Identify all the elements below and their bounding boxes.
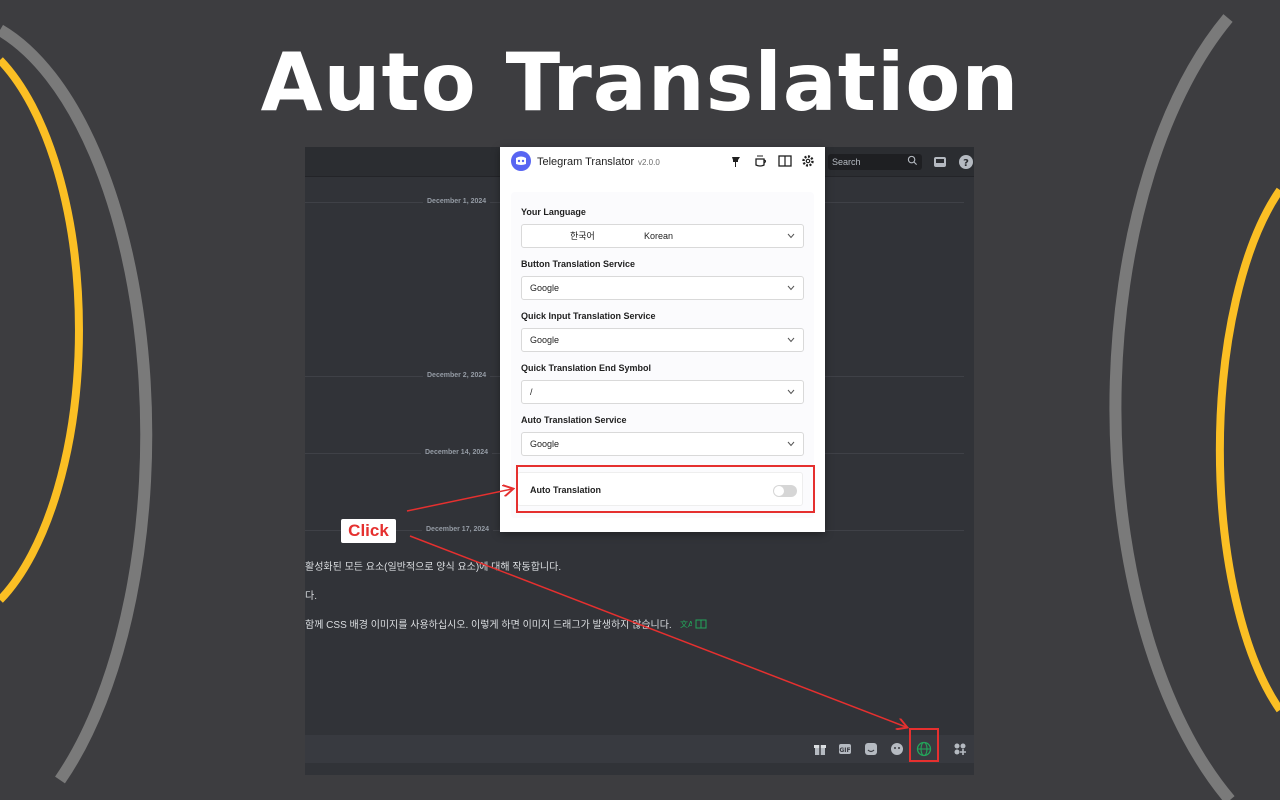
toggle-highlight-frame bbox=[516, 465, 815, 513]
left-yellow-arc bbox=[0, 57, 83, 603]
apps-icon[interactable] bbox=[953, 742, 967, 756]
emoji-icon[interactable] bbox=[890, 742, 904, 756]
click-annotation-label: Click bbox=[341, 519, 396, 543]
language-native-name: 한국어 bbox=[570, 231, 595, 241]
date-label: December 2, 2024 bbox=[423, 372, 491, 379]
pin-icon[interactable] bbox=[728, 153, 744, 169]
quick-translation-end-symbol-select[interactable]: / bbox=[521, 380, 804, 404]
date-label: December 14, 2024 bbox=[421, 449, 493, 456]
message-text: 활성화된 모든 요소(일반적으로 양식 요소)에 대해 작동합니다. bbox=[305, 562, 562, 573]
right-gray-arc bbox=[1109, 14, 1235, 800]
svg-text:GIF: GIF bbox=[839, 747, 850, 754]
gear-icon[interactable] bbox=[800, 153, 816, 169]
button-translation-service-select[interactable]: Google bbox=[521, 276, 804, 300]
globe-highlight-frame bbox=[909, 728, 939, 762]
quick-input-translation-service-label: Quick Input Translation Service bbox=[521, 311, 656, 321]
select-value: Google bbox=[530, 283, 560, 293]
left-gray-arc bbox=[0, 24, 153, 784]
quick-input-translation-service-select[interactable]: Google bbox=[521, 328, 804, 352]
your-language-label: Your Language bbox=[521, 207, 586, 217]
chevron-down-icon bbox=[787, 337, 795, 343]
book-icon[interactable] bbox=[777, 153, 793, 169]
message-row: 함께 CSS 배경 이미지를 사용하십시오. 이렇게 하면 이미지 드래그가 발… bbox=[305, 616, 707, 633]
chevron-down-icon bbox=[787, 233, 795, 239]
sticker-icon[interactable] bbox=[864, 742, 878, 756]
select-value: / bbox=[530, 387, 533, 397]
gift-icon[interactable] bbox=[813, 742, 827, 756]
inbox-icon[interactable] bbox=[932, 154, 948, 170]
search-placeholder: Search bbox=[832, 157, 861, 167]
hero-title: Auto Translation bbox=[260, 36, 1020, 129]
chevron-down-icon bbox=[787, 441, 795, 447]
search-input[interactable]: Search bbox=[828, 154, 922, 170]
message-composer[interactable]: GIF bbox=[305, 735, 974, 763]
language-english-name: Korean bbox=[644, 231, 674, 241]
button-translation-service-label: Button Translation Service bbox=[521, 259, 636, 269]
gif-icon[interactable]: GIF bbox=[838, 742, 852, 756]
date-label: December 17, 2024 bbox=[422, 526, 494, 533]
search-icon bbox=[907, 155, 918, 166]
right-yellow-arc bbox=[1215, 187, 1280, 713]
date-label: December 1, 2024 bbox=[423, 198, 491, 205]
translate-icon[interactable]: 文A bbox=[680, 618, 694, 630]
panel-version: v2.0.0 bbox=[638, 158, 660, 167]
book-icon[interactable] bbox=[695, 618, 707, 630]
chevron-down-icon bbox=[787, 285, 795, 291]
select-value: Google bbox=[530, 439, 560, 449]
panel-header: Telegram Translator v2.0.0 bbox=[500, 147, 825, 177]
message-text: 다. bbox=[305, 591, 317, 602]
quick-translation-end-symbol-label: Quick Translation End Symbol bbox=[521, 363, 652, 373]
svg-text:?: ? bbox=[963, 158, 969, 169]
select-value: Google bbox=[530, 335, 560, 345]
chevron-down-icon bbox=[787, 389, 795, 395]
help-icon[interactable]: ? bbox=[958, 154, 974, 170]
discord-logo-icon bbox=[511, 151, 531, 171]
coffee-icon[interactable] bbox=[753, 153, 769, 169]
message-actions: 文A bbox=[680, 618, 707, 633]
svg-text:文A: 文A bbox=[680, 619, 692, 629]
message-text: 함께 CSS 배경 이미지를 사용하십시오. 이렇게 하면 이미지 드래그가 발… bbox=[305, 620, 672, 631]
auto-translation-service-select[interactable]: Google bbox=[521, 432, 804, 456]
your-language-select[interactable]: 한국어 Korean bbox=[521, 224, 804, 248]
auto-translation-service-label: Auto Translation Service bbox=[521, 415, 627, 425]
panel-title: Telegram Translator bbox=[537, 156, 635, 168]
